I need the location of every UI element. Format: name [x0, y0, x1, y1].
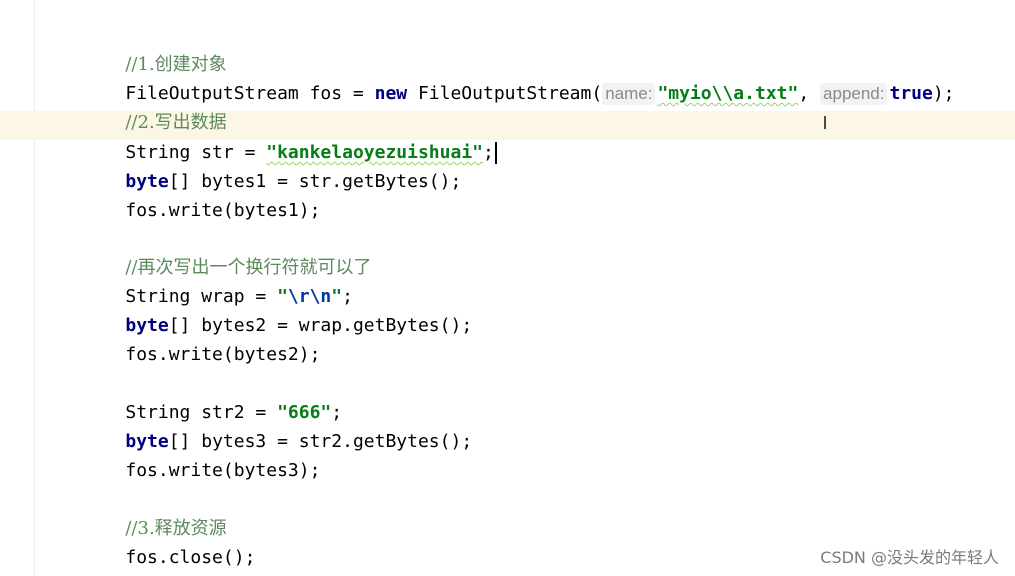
string-literal: "myio\\a.txt" — [657, 83, 799, 104]
code-line-9[interactable]: String wrap = "\r\n"; — [82, 255, 353, 307]
code-text: ); — [932, 83, 955, 104]
code-text: fos.close(); — [125, 547, 256, 568]
param-hint-name: name: — [602, 83, 656, 105]
code-line-5[interactable]: byte[] bytes1 = str.getBytes(); — [82, 140, 461, 192]
code-line-14[interactable]: byte[] bytes3 = str2.getBytes(); — [82, 400, 472, 452]
code-text: fos.write(bytes2); — [125, 344, 321, 365]
code-line-10[interactable]: byte[] bytes2 = wrap.getBytes(); — [82, 284, 472, 336]
gutter-divider — [34, 0, 35, 576]
code-line-3[interactable]: //2.写出数据 — [82, 81, 226, 133]
code-line-1[interactable]: //1.创建对象 — [82, 23, 226, 75]
code-line-18[interactable]: fos.close(); — [82, 516, 255, 568]
code-line-6[interactable]: fos.write(bytes1); — [82, 169, 320, 221]
param-hint-append: append: — [820, 83, 888, 105]
code-line-8[interactable]: //再次写出一个换行符就可以了 — [82, 226, 371, 278]
code-line-2[interactable]: FileOutputStream fos = new FileOutputStr… — [82, 52, 955, 105]
keyword-true: true — [889, 83, 933, 104]
code-line-11[interactable]: fos.write(bytes2); — [82, 313, 320, 365]
code-line-17[interactable]: //3.释放资源 — [82, 487, 226, 539]
watermark: CSDN @没头发的年轻人 — [820, 548, 999, 567]
code-text: fos.write(bytes3); — [125, 460, 321, 481]
code-text: fos.write(bytes1); — [125, 200, 321, 221]
code-editor[interactable]: //1.创建对象 FileOutputStream fos = new File… — [0, 0, 1015, 576]
code-line-13[interactable]: String str2 = "666"; — [82, 371, 342, 423]
code-line-4[interactable]: String str = "kankelaoyezuishuai"; — [82, 111, 497, 164]
code-text: , — [798, 83, 821, 104]
text-caret — [494, 142, 497, 164]
code-line-15[interactable]: fos.write(bytes3); — [82, 429, 320, 481]
keyword-new: new — [374, 83, 408, 104]
code-text: ; — [483, 142, 494, 163]
ibeam-cursor-icon: I — [822, 113, 828, 134]
code-text: FileOutputStream( — [407, 83, 603, 104]
